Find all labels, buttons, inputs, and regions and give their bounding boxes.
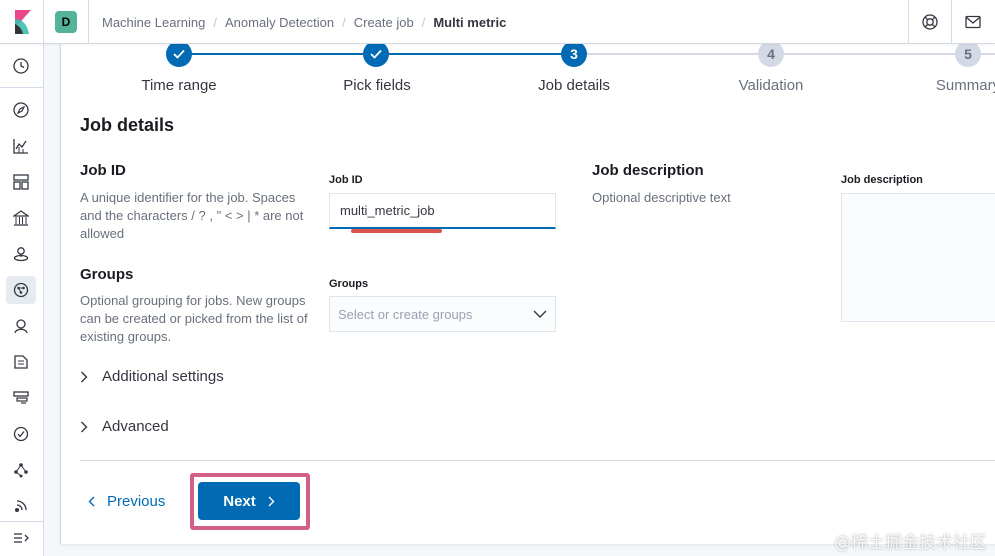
chevron-right-icon xyxy=(81,371,88,382)
step-label-time-range[interactable]: Time range xyxy=(141,77,216,94)
side-navigation xyxy=(0,44,44,556)
next-button[interactable]: Next xyxy=(198,482,300,520)
divider xyxy=(88,0,89,44)
help-icon xyxy=(922,14,938,30)
step-label-pick-fields[interactable]: Pick fields xyxy=(343,77,411,94)
breadcrumb: Machine Learning / Anomaly Detection / C… xyxy=(102,0,506,44)
step-2-complete[interactable] xyxy=(363,41,389,67)
groups-field-label: Groups xyxy=(329,278,369,290)
graph-icon[interactable] xyxy=(6,456,36,484)
metrics-icon[interactable] xyxy=(6,312,36,340)
breadcrumb-separator: / xyxy=(421,14,426,30)
step-label-validation: Validation xyxy=(738,77,804,94)
breadcrumb-item-current: Multi metric xyxy=(433,14,507,30)
breadcrumb-item-create-job[interactable]: Create job xyxy=(354,15,414,30)
dashboard-icon[interactable] xyxy=(6,168,36,196)
groups-combobox[interactable]: Select or create groups xyxy=(329,296,556,332)
check-icon xyxy=(370,49,382,59)
help-button[interactable] xyxy=(908,0,951,44)
nav-divider xyxy=(0,521,44,522)
step-1-complete[interactable] xyxy=(166,41,192,67)
steps-remaining-line xyxy=(574,53,995,55)
mail-icon xyxy=(965,15,981,29)
check-icon xyxy=(173,49,185,59)
logs-icon[interactable] xyxy=(6,348,36,376)
newsfeed-button[interactable] xyxy=(951,0,994,44)
step-label-job-details: Job details xyxy=(538,77,610,94)
watermark: @稀土掘金技术社区 xyxy=(834,533,987,553)
groups-title: Groups xyxy=(80,266,134,283)
step-4-todo: 4 xyxy=(758,41,784,67)
next-label: Next xyxy=(223,492,256,510)
additional-settings-label[interactable]: Additional settings xyxy=(102,368,224,385)
chevron-right-icon xyxy=(268,496,275,506)
page-title: Job details xyxy=(80,115,175,135)
groups-placeholder: Select or create groups xyxy=(338,306,473,322)
job-id-title: Job ID xyxy=(80,162,126,179)
step-label-summary: Summary xyxy=(935,77,995,94)
step-3-current: 3 xyxy=(561,41,587,67)
footer-divider xyxy=(80,460,995,461)
chevron-left-icon xyxy=(88,496,95,506)
monitoring-icon[interactable] xyxy=(6,492,36,520)
collapse-icon[interactable] xyxy=(6,524,36,552)
chevron-down-icon[interactable] xyxy=(533,310,547,318)
previous-label: Previous xyxy=(107,492,166,510)
uptime-icon[interactable] xyxy=(6,420,36,448)
annotation-underline xyxy=(351,229,442,233)
recent-icon[interactable] xyxy=(6,52,36,80)
machine-learning-icon[interactable] xyxy=(6,276,36,304)
additional-settings-accordion[interactable]: Additional settings xyxy=(80,368,224,385)
job-id-input[interactable]: multi_metric_job xyxy=(329,193,556,229)
canvas-icon[interactable] xyxy=(6,204,36,232)
groups-description: Optional grouping for jobs. New groups c… xyxy=(80,293,308,344)
job-description-textarea[interactable] xyxy=(841,193,995,322)
top-header: D Machine Learning / Anomaly Detection /… xyxy=(0,0,995,44)
space-avatar[interactable]: D xyxy=(55,11,77,33)
step-5-todo: 5 xyxy=(955,41,981,67)
discover-icon[interactable] xyxy=(6,96,36,124)
visualize-icon[interactable] xyxy=(6,132,36,160)
kibana-logo-icon xyxy=(14,10,31,34)
job-description-field-label: Job description xyxy=(841,174,923,186)
elastic-logo[interactable] xyxy=(0,0,44,44)
breadcrumb-item-anomaly-detection[interactable]: Anomaly Detection xyxy=(225,15,334,30)
job-id-description: A unique identifier for the job. Spaces … xyxy=(80,190,304,241)
maps-icon[interactable] xyxy=(6,240,36,268)
nav-divider xyxy=(0,87,44,88)
advanced-label[interactable]: Advanced xyxy=(102,418,169,435)
chevron-right-icon xyxy=(81,421,88,432)
previous-button[interactable]: Previous xyxy=(88,486,165,516)
breadcrumb-separator: / xyxy=(213,14,217,30)
job-description-help: Optional descriptive text xyxy=(592,190,731,205)
apm-icon[interactable] xyxy=(6,384,36,412)
breadcrumb-separator: / xyxy=(342,14,346,30)
advanced-accordion[interactable]: Advanced xyxy=(80,418,169,435)
breadcrumb-item-machine-learning[interactable]: Machine Learning xyxy=(102,15,205,30)
job-id-field-label: Job ID xyxy=(329,174,363,186)
job-description-title: Job description xyxy=(592,162,704,179)
